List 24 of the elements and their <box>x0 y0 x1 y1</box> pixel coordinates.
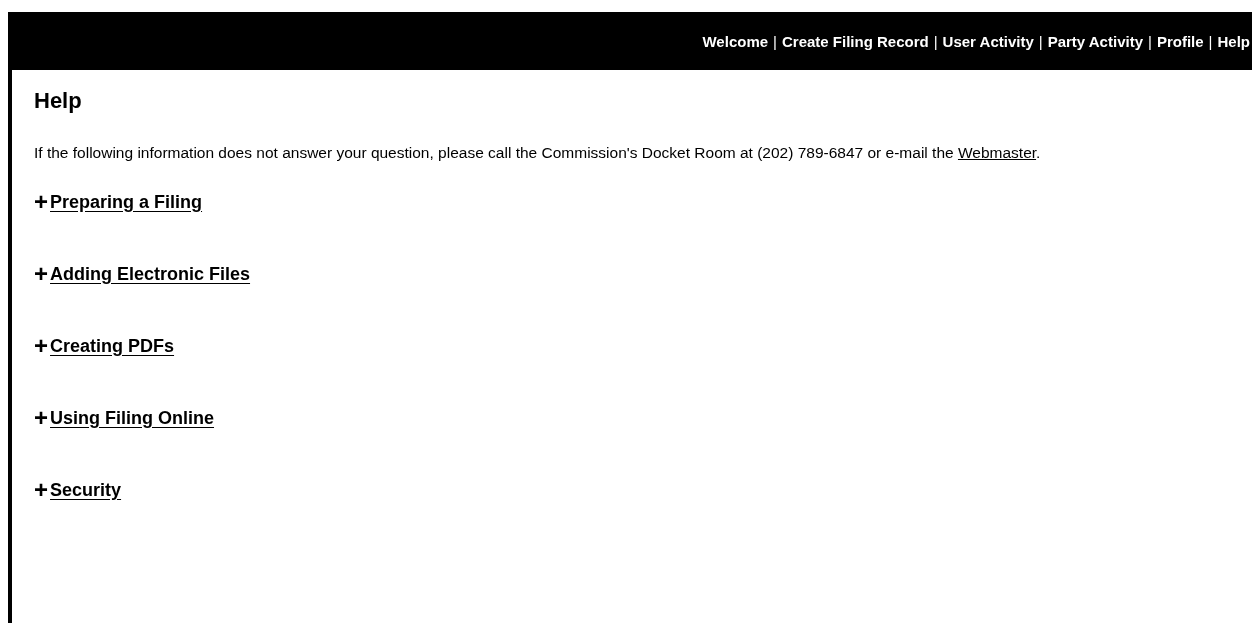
intro-paragraph: If the following information does not answer your question, please call the Commission's Docket Room at (202) 789-6847 or e-mail the Webmaster. <box>34 143 1042 163</box>
nav-link[interactable]: Profile <box>1156 32 1204 50</box>
expand-marker[interactable]: + <box>34 262 48 286</box>
nav-link[interactable]: Create Filing Record <box>782 32 929 50</box>
nav-link[interactable]: Help <box>1217 32 1250 50</box>
expand-marker[interactable]: + <box>34 190 48 214</box>
expand-marker[interactable]: + <box>34 406 48 430</box>
page-heading: Help <box>34 88 82 114</box>
separator: | <box>1038 32 1043 50</box>
webmaster-link[interactable]: Webmaster <box>957 144 1037 161</box>
expand-marker[interactable]: + <box>34 478 48 502</box>
nav-link[interactable]: Welcome <box>702 32 769 50</box>
section-link[interactable]: Using Filing Online <box>50 407 214 429</box>
section-link[interactable]: Preparing a Filing <box>50 191 203 213</box>
separator: | <box>1208 32 1213 50</box>
nav-link[interactable]: Party Activity <box>1047 32 1143 50</box>
expand-marker[interactable]: + <box>34 334 48 358</box>
section-link[interactable]: Security <box>50 479 122 501</box>
separator: | <box>933 32 938 50</box>
section-link[interactable]: Adding Electronic Files <box>50 263 251 285</box>
section-link[interactable]: Creating PDFs <box>50 335 175 357</box>
nav-link[interactable]: User Activity <box>942 32 1034 50</box>
separator: | <box>1148 32 1152 50</box>
separator: | <box>773 32 777 50</box>
